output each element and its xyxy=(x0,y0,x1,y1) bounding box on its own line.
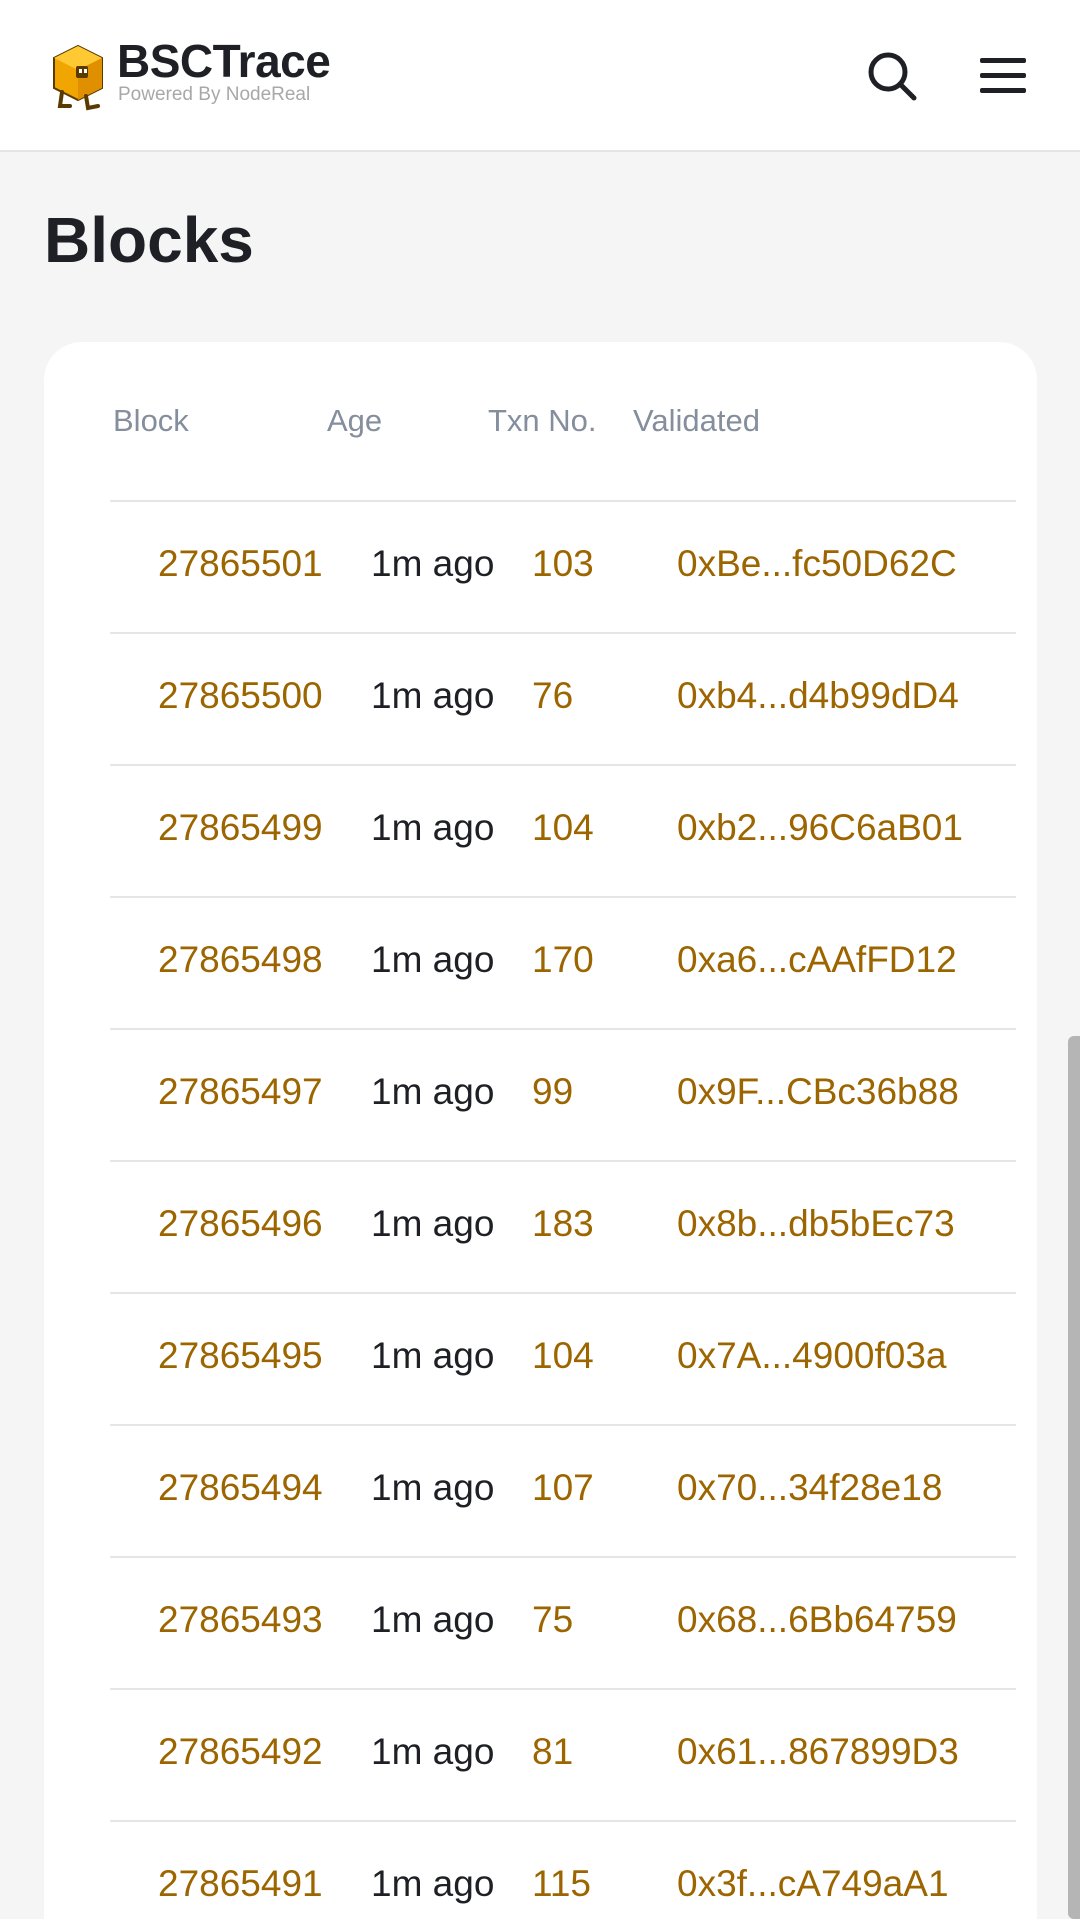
table-row: 27865496 1m ago 183 0x8b...db5bEc73 xyxy=(110,1160,1016,1292)
page-scrollbar[interactable] xyxy=(1068,1036,1080,1919)
validator-address-link[interactable]: 0x7A...4900f03a xyxy=(677,1334,947,1378)
txn-count-link[interactable]: 104 xyxy=(532,1334,594,1378)
block-age: 1m ago xyxy=(371,675,495,716)
block-age: 1m ago xyxy=(371,1863,495,1904)
table-row: 27865499 1m ago 104 0xb2...96C6aB01 xyxy=(110,764,1016,896)
validator-address-link[interactable]: 0xb2...96C6aB01 xyxy=(677,806,963,850)
block-number-link[interactable]: 27865494 xyxy=(158,1466,323,1510)
block-number-link[interactable]: 27865498 xyxy=(158,938,323,982)
column-header-validated: Validated xyxy=(633,403,760,438)
block-number-link[interactable]: 27865495 xyxy=(158,1334,323,1378)
block-age: 1m ago xyxy=(371,1467,495,1508)
block-number-link[interactable]: 27865492 xyxy=(158,1730,323,1774)
brand-subtitle: Powered By NodeReal xyxy=(118,84,311,105)
block-number-link[interactable]: 27865499 xyxy=(158,806,323,850)
column-header-block: Block xyxy=(113,403,189,438)
block-number-link[interactable]: 27865500 xyxy=(158,674,323,718)
table-row: 27865491 1m ago 115 0x3f...cA749aA1 xyxy=(110,1820,1016,1919)
txn-count-link[interactable]: 76 xyxy=(532,674,573,718)
block-number-link[interactable]: 27865491 xyxy=(158,1862,323,1906)
block-age: 1m ago xyxy=(371,807,495,848)
table-body: 27865501 1m ago 103 0xBe...fc50D62C 2786… xyxy=(110,500,1016,1919)
table-row: 27865492 1m ago 81 0x61...867899D3 xyxy=(110,1688,1016,1820)
txn-count-link[interactable]: 183 xyxy=(532,1202,594,1246)
blocks-table-card: Block Age Txn No. Validated 27865501 1m … xyxy=(44,342,1037,1919)
table-row: 27865498 1m ago 170 0xa6...cAAfFD12 xyxy=(110,896,1016,1028)
txn-count-link[interactable]: 75 xyxy=(532,1598,573,1642)
validator-address-link[interactable]: 0xa6...cAAfFD12 xyxy=(677,938,957,982)
block-age: 1m ago xyxy=(371,543,495,584)
txn-count-link[interactable]: 81 xyxy=(532,1730,573,1774)
block-number-link[interactable]: 27865496 xyxy=(158,1202,323,1246)
block-age: 1m ago xyxy=(371,1203,495,1244)
validator-address-link[interactable]: 0xb4...d4b99dD4 xyxy=(677,674,959,718)
validator-address-link[interactable]: 0x8b...db5bEc73 xyxy=(677,1202,955,1246)
table-row: 27865494 1m ago 107 0x70...34f28e18 xyxy=(110,1424,1016,1556)
table-row: 27865497 1m ago 99 0x9F...CBc36b88 xyxy=(110,1028,1016,1160)
block-age: 1m ago xyxy=(371,1731,495,1772)
blocks-page: BSCTrace Powered By NodeReal Blocks Bloc… xyxy=(0,0,1080,1919)
block-age: 1m ago xyxy=(371,1599,495,1640)
txn-count-link[interactable]: 115 xyxy=(532,1862,591,1906)
column-header-age: Age xyxy=(327,403,383,438)
block-age: 1m ago xyxy=(371,939,495,980)
page-title: Blocks xyxy=(44,204,254,276)
column-header-txn: Txn No. xyxy=(488,403,597,438)
block-number-link[interactable]: 27865497 xyxy=(158,1070,323,1114)
validator-address-link[interactable]: 0x70...34f28e18 xyxy=(677,1466,942,1510)
cube-mascot-icon[interactable] xyxy=(50,44,106,112)
block-age: 1m ago xyxy=(371,1335,495,1376)
brand-title[interactable]: BSCTrace xyxy=(117,38,331,84)
table-row: 27865495 1m ago 104 0x7A...4900f03a xyxy=(110,1292,1016,1424)
validator-address-link[interactable]: 0x61...867899D3 xyxy=(677,1730,959,1774)
validator-address-link[interactable]: 0x3f...cA749aA1 xyxy=(677,1862,949,1906)
table-header: Block Age Txn No. Validated xyxy=(44,342,1037,502)
block-number-link[interactable]: 27865493 xyxy=(158,1598,323,1642)
search-icon[interactable] xyxy=(866,50,918,102)
txn-count-link[interactable]: 103 xyxy=(532,542,594,586)
validator-address-link[interactable]: 0x68...6Bb64759 xyxy=(677,1598,957,1642)
txn-count-link[interactable]: 104 xyxy=(532,806,594,850)
top-header: BSCTrace Powered By NodeReal xyxy=(0,0,1080,152)
hamburger-menu-icon[interactable] xyxy=(978,56,1028,96)
table-row: 27865501 1m ago 103 0xBe...fc50D62C xyxy=(110,500,1016,632)
txn-count-link[interactable]: 99 xyxy=(532,1070,573,1114)
table-row: 27865493 1m ago 75 0x68...6Bb64759 xyxy=(110,1556,1016,1688)
validator-address-link[interactable]: 0x9F...CBc36b88 xyxy=(677,1070,959,1114)
block-age: 1m ago xyxy=(371,1071,495,1112)
txn-count-link[interactable]: 107 xyxy=(532,1466,594,1510)
table-row: 27865500 1m ago 76 0xb4...d4b99dD4 xyxy=(110,632,1016,764)
txn-count-link[interactable]: 170 xyxy=(532,938,594,982)
validator-address-link[interactable]: 0xBe...fc50D62C xyxy=(677,542,957,586)
block-number-link[interactable]: 27865501 xyxy=(158,542,323,586)
